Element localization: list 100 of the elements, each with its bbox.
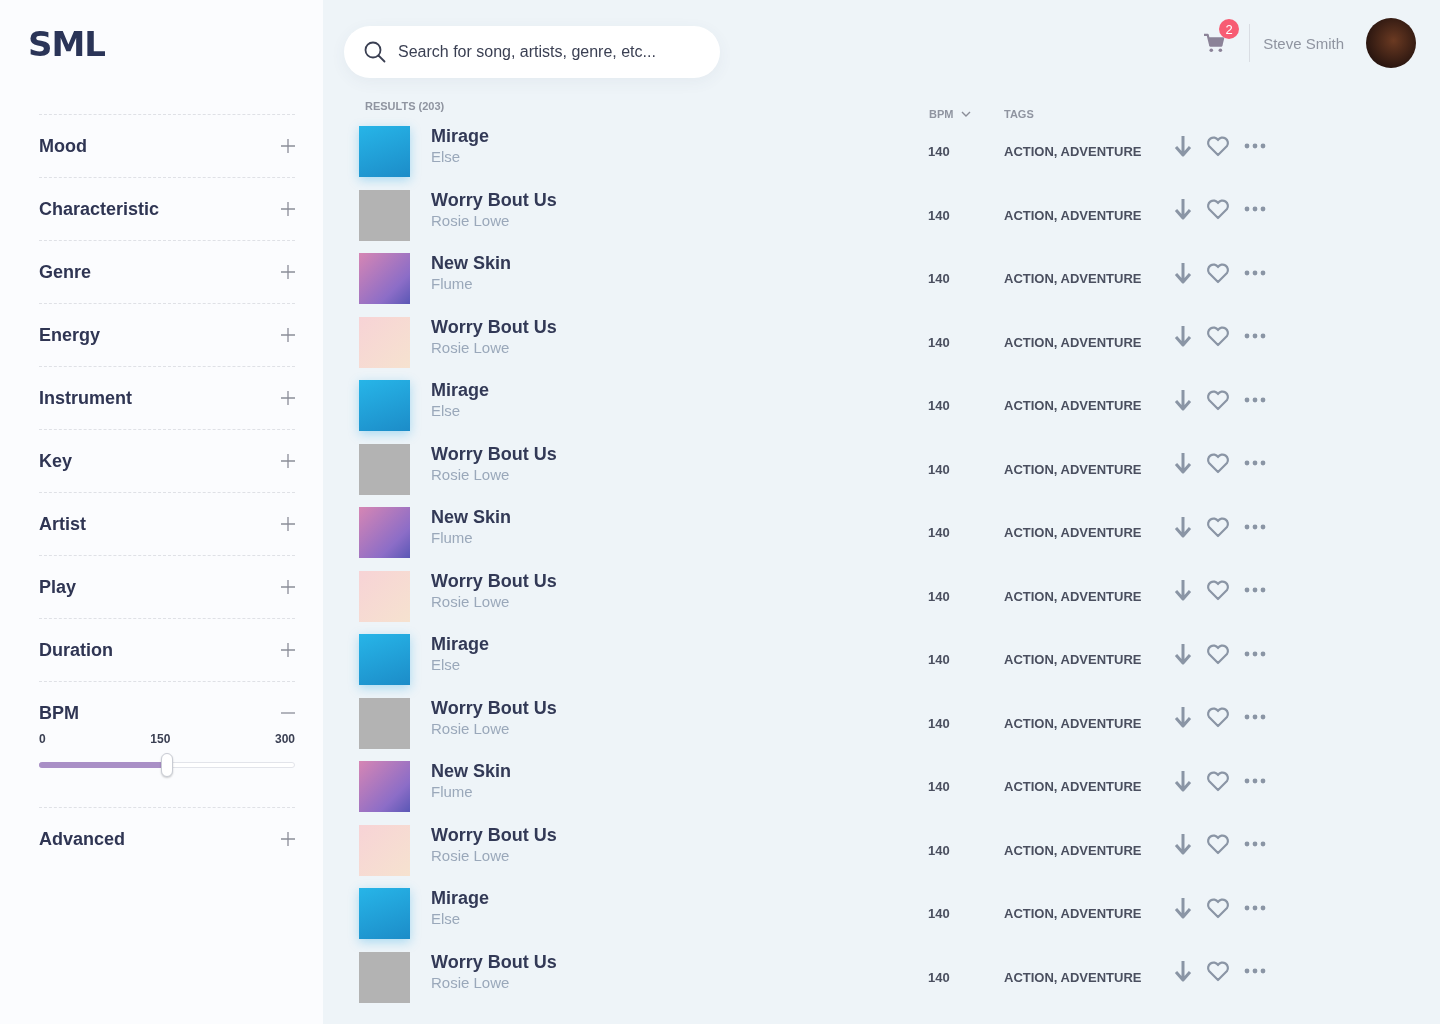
song-title[interactable]: New Skin <box>431 253 928 275</box>
song-title[interactable]: Mirage <box>431 126 928 148</box>
filter-label[interactable]: Duration <box>39 639 113 661</box>
heart-icon[interactable] <box>1206 706 1230 729</box>
search-field[interactable]: Search for song, artists, genre, etc... <box>344 26 720 78</box>
heart-icon[interactable] <box>1206 388 1230 411</box>
album-cover[interactable] <box>359 761 410 813</box>
heart-icon[interactable] <box>1206 515 1230 538</box>
album-cover[interactable] <box>359 634 410 686</box>
bpm-value: 140 <box>928 525 951 541</box>
more-icon[interactable] <box>1244 904 1266 911</box>
more-icon[interactable] <box>1244 587 1266 594</box>
more-icon[interactable] <box>1244 269 1266 276</box>
download-icon[interactable] <box>1174 642 1192 665</box>
plus-icon[interactable] <box>281 517 295 531</box>
bpm-value: 140 <box>928 779 951 795</box>
plus-icon[interactable] <box>281 580 295 594</box>
song-title[interactable]: Worry Bout Us <box>431 951 928 973</box>
heart-icon[interactable] <box>1206 325 1230 348</box>
filter-label[interactable]: Genre <box>39 261 92 283</box>
plus-icon[interactable] <box>281 643 295 657</box>
avatar[interactable] <box>1366 18 1416 68</box>
plus-icon[interactable] <box>281 328 295 342</box>
heart-icon[interactable] <box>1206 579 1230 602</box>
slider-thumb[interactable] <box>161 753 173 777</box>
filter-label[interactable]: Energy <box>39 324 101 346</box>
filter-label[interactable]: Mood <box>39 135 87 157</box>
song-title[interactable]: Worry Bout Us <box>431 189 928 211</box>
filter-label[interactable]: Characteristic <box>39 198 160 220</box>
download-icon[interactable] <box>1174 134 1192 157</box>
album-cover[interactable] <box>359 888 410 940</box>
album-cover[interactable] <box>359 507 410 559</box>
range-max-label: 300 <box>274 732 295 746</box>
song-title[interactable]: New Skin <box>431 761 928 783</box>
song-title[interactable]: Worry Bout Us <box>431 570 928 592</box>
song-title[interactable]: Worry Bout Us <box>431 824 928 846</box>
song-title[interactable]: Mirage <box>431 634 928 656</box>
download-icon[interactable] <box>1174 960 1192 983</box>
download-icon[interactable] <box>1174 261 1192 284</box>
filter-label[interactable]: BPM <box>39 702 79 724</box>
heart-icon[interactable] <box>1206 452 1230 475</box>
plus-icon[interactable] <box>281 139 295 153</box>
more-icon[interactable] <box>1244 968 1266 975</box>
download-icon[interactable] <box>1174 706 1192 729</box>
plus-icon[interactable] <box>281 265 295 279</box>
plus-icon[interactable] <box>281 832 295 846</box>
filter-label[interactable]: Artist <box>39 513 86 535</box>
more-icon[interactable] <box>1244 460 1266 467</box>
filter-label[interactable]: Advanced <box>39 828 126 850</box>
heart-icon[interactable] <box>1206 960 1230 983</box>
plus-icon[interactable] <box>281 202 295 216</box>
more-icon[interactable] <box>1244 142 1266 149</box>
filter-label[interactable]: Key <box>39 450 73 472</box>
results-count: RESULTS (203) <box>365 100 446 112</box>
download-icon[interactable] <box>1174 515 1192 538</box>
plus-icon[interactable] <box>281 391 295 405</box>
more-icon[interactable] <box>1244 333 1266 340</box>
heart-icon[interactable] <box>1206 896 1230 919</box>
more-icon[interactable] <box>1244 523 1266 530</box>
song-title[interactable]: Mirage <box>431 888 928 910</box>
filter-label[interactable]: Instrument <box>39 387 132 409</box>
plus-icon[interactable] <box>281 454 295 468</box>
song-title[interactable]: Mirage <box>431 380 928 402</box>
more-icon[interactable] <box>1244 841 1266 848</box>
heart-icon[interactable] <box>1206 134 1230 157</box>
download-icon[interactable] <box>1174 896 1192 919</box>
tags-text: ACTION, ADVENTURE <box>1004 398 1143 414</box>
slider-track[interactable] <box>39 753 295 777</box>
more-icon[interactable] <box>1244 206 1266 213</box>
more-icon[interactable] <box>1244 650 1266 657</box>
song-title[interactable]: Worry Bout Us <box>431 316 928 338</box>
heart-icon[interactable] <box>1206 769 1230 792</box>
download-icon[interactable] <box>1174 325 1192 348</box>
more-icon[interactable] <box>1244 714 1266 721</box>
filter-label[interactable]: Play <box>39 576 77 598</box>
tags-text: ACTION, ADVENTURE <box>1004 969 1143 985</box>
heart-icon[interactable] <box>1206 198 1230 221</box>
bpm-value: 140 <box>928 906 951 922</box>
download-icon[interactable] <box>1174 833 1192 856</box>
bpm-value: 140 <box>928 398 951 414</box>
heart-icon[interactable] <box>1206 261 1230 284</box>
download-icon[interactable] <box>1174 769 1192 792</box>
download-icon[interactable] <box>1174 388 1192 411</box>
logo[interactable]: SML <box>28 24 105 64</box>
song-title[interactable]: Worry Bout Us <box>431 443 928 465</box>
download-icon[interactable] <box>1174 579 1192 602</box>
album-cover[interactable] <box>359 126 410 178</box>
cart-icon[interactable] <box>1203 33 1226 53</box>
more-icon[interactable] <box>1244 396 1266 403</box>
tags-text: ACTION, ADVENTURE <box>1004 906 1143 922</box>
range-min-label: 0 <box>39 732 46 746</box>
song-title[interactable]: New Skin <box>431 507 928 529</box>
album-cover[interactable] <box>359 380 410 432</box>
download-icon[interactable] <box>1174 452 1192 475</box>
album-cover[interactable] <box>359 253 410 305</box>
download-icon[interactable] <box>1174 198 1192 221</box>
song-title[interactable]: Worry Bout Us <box>431 697 928 719</box>
more-icon[interactable] <box>1244 777 1266 784</box>
heart-icon[interactable] <box>1206 642 1230 665</box>
heart-icon[interactable] <box>1206 833 1230 856</box>
